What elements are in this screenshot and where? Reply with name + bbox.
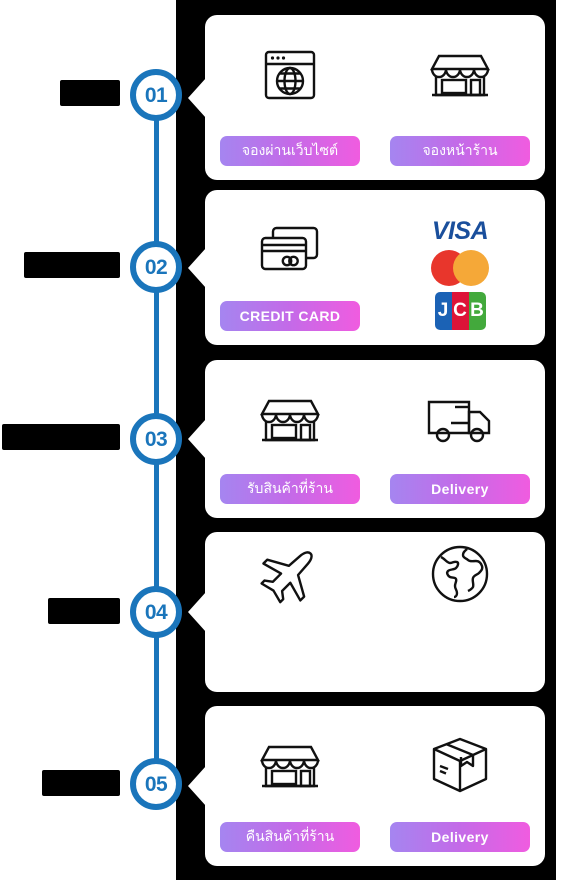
globe-icon [429, 532, 491, 616]
step-card-01: จองผ่านเว็บไซต์ จองหน้าร้าน [188, 15, 545, 180]
delivery-truck-icon [425, 378, 495, 462]
option-column [375, 532, 545, 692]
step-number-05: 05 [144, 772, 168, 796]
step-card-04 [188, 532, 545, 692]
pill-slot: คืนสินค้าที่ร้าน [220, 822, 360, 852]
option-pill-label[interactable]: CREDIT CARD [220, 301, 360, 331]
option-pill-label[interactable]: จองผ่านเว็บไซต์ [220, 136, 360, 166]
option-pill-label[interactable]: รับสินค้าที่ร้าน [220, 474, 360, 504]
option-column: CREDIT CARD [205, 190, 375, 345]
option-column: จองผ่านเว็บไซต์ [205, 15, 375, 180]
card-arrow-notch [188, 77, 206, 118]
step-number-02: 02 [144, 255, 168, 279]
option-pill-label[interactable]: Delivery [390, 822, 530, 852]
step-card-05: คืนสินค้าที่ร้าน Delivery [188, 706, 545, 866]
jcb-letter-j: J [434, 292, 452, 330]
option-column [205, 532, 375, 692]
payment-brands-icon: VISA J C B [431, 213, 489, 330]
step-marker-04[interactable]: 04 [130, 586, 182, 638]
pill-slot: CREDIT CARD [220, 301, 360, 331]
option-column: Delivery [375, 706, 545, 866]
jcb-logo: J C B [434, 292, 486, 330]
step-label-01 [60, 80, 120, 106]
pill-slot: จองหน้าร้าน [390, 136, 530, 166]
step-marker-01[interactable]: 01 [130, 69, 182, 121]
option-column: รับสินค้าที่ร้าน [205, 360, 375, 518]
credit-cards-icon [257, 208, 323, 292]
mastercard-logo [431, 250, 489, 286]
pill-slot: Delivery [390, 822, 530, 852]
step-number-04: 04 [144, 600, 168, 624]
pill-slot: Delivery [390, 474, 530, 504]
option-pill-label[interactable]: คืนสินค้าที่ร้าน [220, 822, 360, 852]
storefront-icon [256, 724, 324, 808]
card-arrow-notch [188, 419, 206, 459]
card-arrow-notch [188, 247, 206, 288]
storefront-icon [426, 33, 494, 117]
jcb-letter-b: B [468, 292, 486, 330]
step-label-05 [42, 770, 120, 796]
infographic-canvas: 01 จองผ่านเว็บไซต์ จองหน้าร้าน 02 CREDIT… [0, 0, 569, 880]
option-pill-label[interactable]: Delivery [390, 474, 530, 504]
step-marker-03[interactable]: 03 [130, 413, 182, 465]
option-pill-label[interactable]: จองหน้าร้าน [390, 136, 530, 166]
step-number-01: 01 [144, 83, 168, 107]
jcb-letter-c: C [451, 292, 469, 330]
step-card-02: CREDIT CARD VISA J C B [188, 190, 545, 345]
pill-slot: จองผ่านเว็บไซต์ [220, 136, 360, 166]
step-label-02 [24, 252, 120, 278]
step-marker-02[interactable]: 02 [130, 241, 182, 293]
mastercard-yellow-circle [453, 250, 489, 286]
card-arrow-notch [188, 592, 206, 632]
step-number-03: 03 [144, 427, 168, 451]
pill-slot: รับสินค้าที่ร้าน [220, 474, 360, 504]
card-arrow-notch [188, 766, 206, 806]
step-card-03: รับสินค้าที่ร้าน Delivery [188, 360, 545, 518]
option-column: คืนสินค้าที่ร้าน [205, 706, 375, 866]
airplane-icon [255, 532, 325, 616]
browser-globe-icon [258, 33, 322, 117]
step-marker-05[interactable]: 05 [130, 758, 182, 810]
option-column: จองหน้าร้าน [375, 15, 545, 180]
package-box-icon [428, 724, 492, 808]
step-label-04 [48, 598, 120, 624]
step-label-03 [2, 424, 120, 450]
storefront-icon [256, 378, 324, 462]
option-column: VISA J C B [375, 190, 545, 345]
option-column: Delivery [375, 360, 545, 518]
visa-logo: VISA [431, 217, 489, 245]
